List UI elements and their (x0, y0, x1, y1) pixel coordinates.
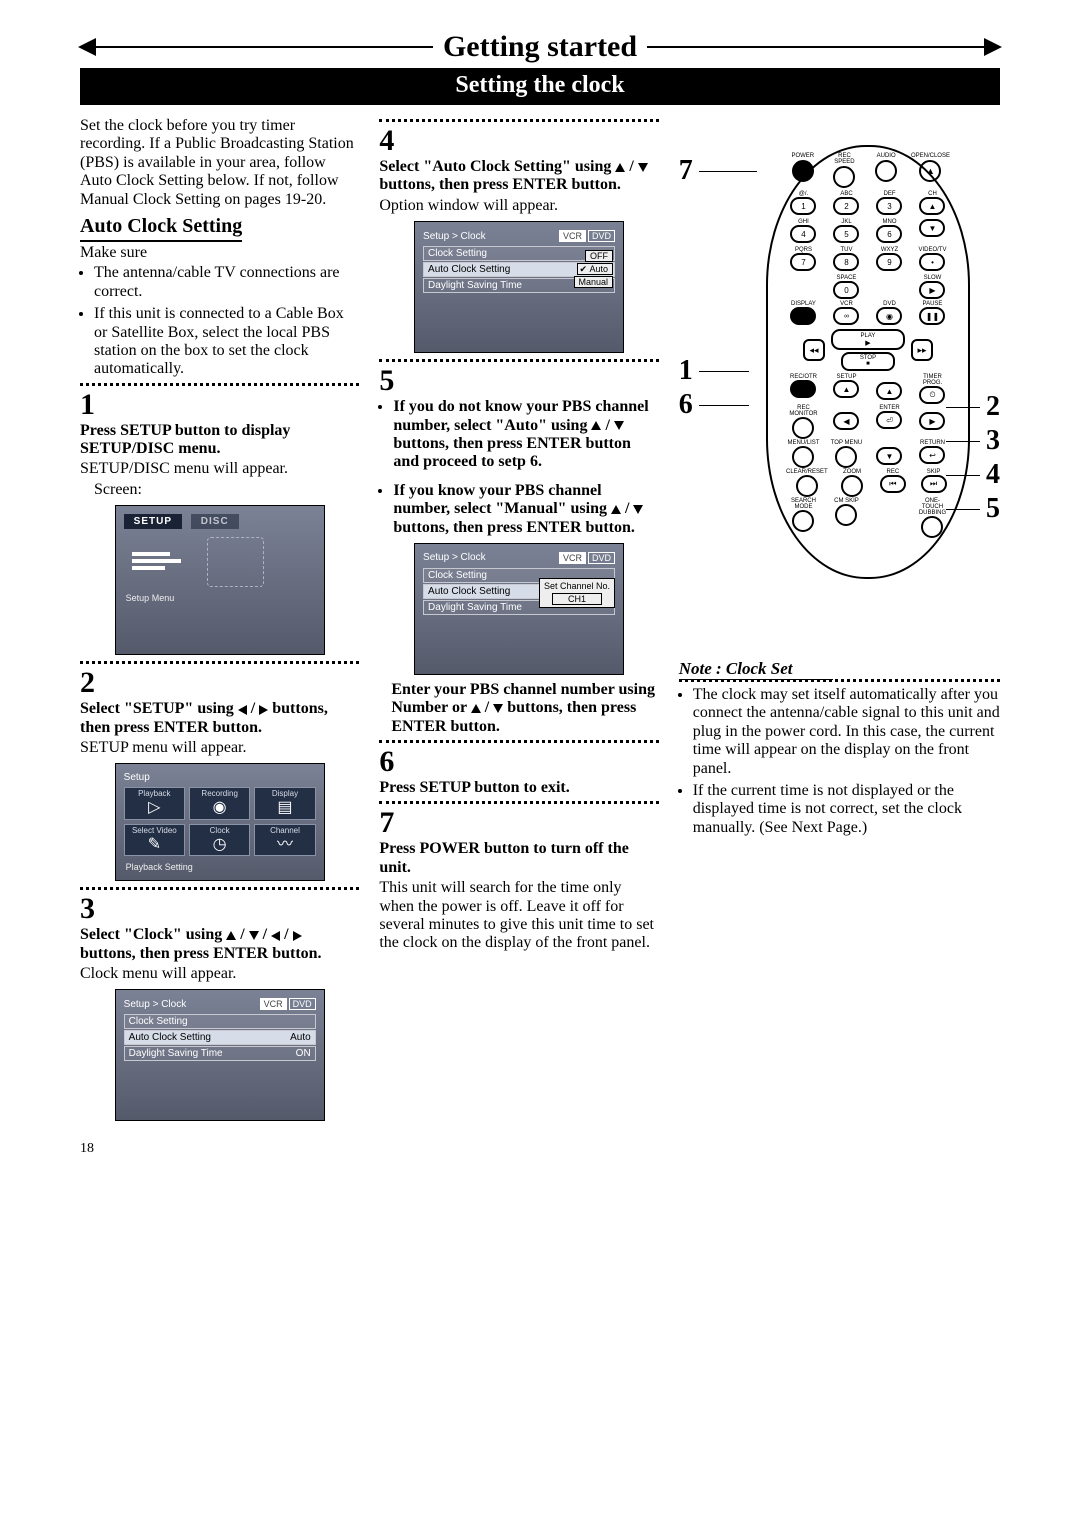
column-1: Set the clock before you try timer recor… (80, 115, 359, 1127)
note-item: If the current time is not displayed or … (693, 782, 1000, 837)
step5-manual: If you know your PBS channel number, sel… (393, 482, 658, 537)
auto-clock-heading: Auto Clock Setting (80, 215, 242, 242)
step-number-1: 1 (80, 390, 359, 420)
remote-control: POWER REC SPEED AUDIO OPEN/CLOSE▲ @/.1 A… (766, 145, 970, 579)
step-number-7: 7 (379, 808, 658, 838)
osd-auto-clock-options: Setup > Clock VCRDVD Clock Setting Auto … (414, 221, 624, 353)
step5-enter: Enter your PBS channel number using Numb… (391, 681, 658, 736)
step7-title: Press POWER button to turn off the unit. (379, 840, 658, 877)
step1-screen: Screen: (94, 481, 359, 499)
step-number-6: 6 (379, 747, 658, 777)
step4-body: Option window will appear. (379, 197, 658, 215)
callout-7: 7 (679, 155, 693, 187)
makesure-item: If this unit is connected to a Cable Box… (94, 305, 359, 379)
callout-2: 2 (986, 391, 1000, 423)
column-2: 4 Select "Auto Clock Setting" using / bu… (379, 115, 658, 1127)
note-item: The clock may set itself automatically a… (693, 686, 1000, 778)
step-number-2: 2 (80, 668, 359, 698)
callout-1: 1 (679, 355, 693, 387)
osd-set-channel: Setup > Clock VCRDVD Clock Setting Auto … (414, 543, 624, 675)
step3-body: Clock menu will appear. (80, 965, 359, 983)
osd-clock-menu: Setup > Clock VCRDVD Clock Setting Auto … (115, 989, 325, 1121)
step5-auto: If you do not know your PBS channel numb… (393, 398, 658, 472)
step2-body: SETUP menu will appear. (80, 739, 359, 757)
callout-5: 5 (986, 493, 1000, 525)
section-title: Setting the clock (80, 68, 1000, 105)
step2-title: Select "SETUP" using / buttons, then pre… (80, 700, 359, 737)
step-number-5: 5 (379, 366, 658, 396)
page-title: Getting started (443, 30, 637, 64)
intro-text: Set the clock before you try timer recor… (80, 117, 359, 209)
osd-setup-grid: Setup > ClockSetup Playback▷ Recording◉ … (115, 763, 325, 881)
make-sure-label: Make sure (80, 244, 359, 262)
title-bar: Getting started (80, 30, 1000, 64)
page-number: 18 (80, 1141, 1000, 1157)
osd-setup-disc: SETUP DISC Setup Menu (115, 505, 325, 655)
tab-disc: DISC (191, 514, 239, 529)
step3-title: Select "Clock" using / / / buttons, then… (80, 926, 359, 963)
callout-3: 3 (986, 425, 1000, 457)
callout-4: 4 (986, 459, 1000, 491)
step7-body: This unit will search for the time only … (379, 879, 658, 953)
osd-foot: Setup Menu (124, 593, 316, 603)
step-number-3: 3 (80, 894, 359, 924)
step6-title: Press SETUP button to exit. (379, 779, 658, 797)
tab-setup: SETUP (124, 514, 182, 529)
step1-body: SETUP/DISC menu will appear. (80, 460, 359, 478)
step4-title: Select "Auto Clock Setting" using / butt… (379, 158, 658, 195)
note-heading: Note : Clock Set (679, 659, 833, 680)
step1-title: Press SETUP button to display SETUP/DISC… (80, 422, 359, 459)
column-3: 7 1 6 2 3 4 5 POWER (679, 115, 1000, 1127)
step-number-4: 4 (379, 126, 658, 156)
makesure-item: The antenna/cable TV connections are cor… (94, 264, 359, 301)
callout-6: 6 (679, 389, 693, 421)
